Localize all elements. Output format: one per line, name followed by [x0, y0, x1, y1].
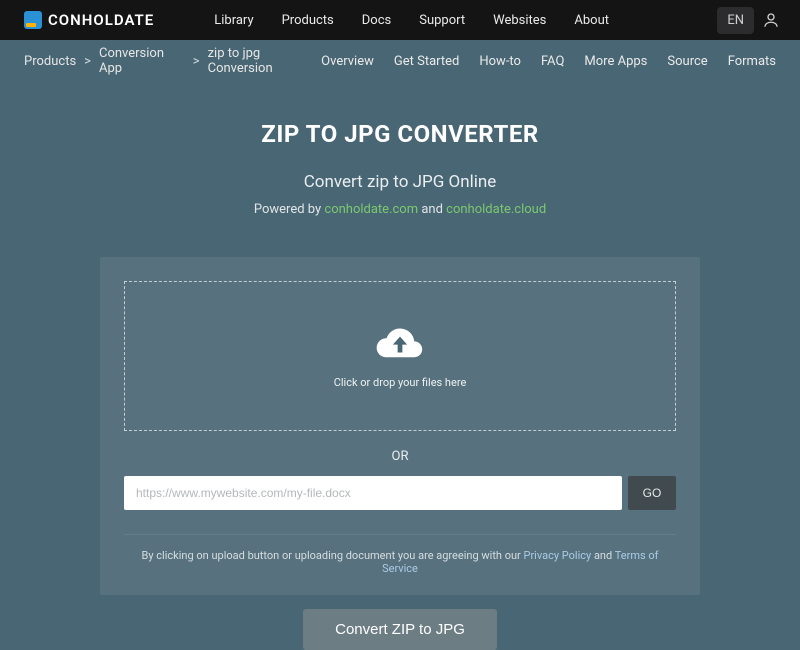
convert-button[interactable]: Convert ZIP to JPG	[303, 609, 497, 650]
logo-mark-icon	[24, 11, 42, 29]
brand-name: CONHOLDATE	[48, 11, 154, 29]
nav-websites[interactable]: Websites	[493, 13, 546, 28]
nav-docs[interactable]: Docs	[362, 13, 391, 28]
powered-and: and	[418, 202, 446, 217]
powered-link-com[interactable]: conholdate.com	[324, 202, 418, 217]
breadcrumb-current: zip to jpg Conversion	[208, 46, 322, 76]
nav-library[interactable]: Library	[214, 13, 253, 28]
upload-card: Click or drop your files here OR GO By c…	[100, 257, 700, 595]
subnav-source[interactable]: Source	[667, 54, 707, 69]
page-subtitle: Convert zip to JPG Online	[0, 172, 800, 192]
url-input[interactable]	[124, 476, 622, 510]
nav-about[interactable]: About	[574, 13, 609, 28]
chevron-right-icon: >	[84, 54, 91, 69]
subnav-howto[interactable]: How-to	[479, 54, 521, 69]
language-button[interactable]: EN	[717, 7, 754, 34]
subnav-formats[interactable]: Formats	[728, 54, 776, 69]
go-button[interactable]: GO	[628, 476, 676, 510]
page-nav: Overview Get Started How-to FAQ More App…	[321, 54, 776, 69]
subheader: Products > Conversion App > zip to jpg C…	[0, 40, 800, 82]
breadcrumb: Products > Conversion App > zip to jpg C…	[24, 46, 321, 76]
subnav-faq[interactable]: FAQ	[541, 54, 564, 69]
breadcrumb-app[interactable]: Conversion App	[99, 46, 185, 76]
page-title: ZIP TO JPG CONVERTER	[0, 120, 800, 148]
subnav-get-started[interactable]: Get Started	[394, 54, 459, 69]
main-nav: Library Products Docs Support Websites A…	[214, 13, 717, 28]
privacy-policy-link[interactable]: Privacy Policy	[524, 549, 592, 562]
dropzone-text: Click or drop your files here	[334, 376, 467, 389]
powered-link-cloud[interactable]: conholdate.cloud	[446, 202, 546, 217]
url-row: GO	[124, 476, 676, 510]
chevron-right-icon: >	[193, 54, 200, 69]
cloud-upload-icon	[374, 324, 426, 362]
hero-section: ZIP TO JPG CONVERTER Convert zip to JPG …	[0, 82, 800, 237]
subnav-overview[interactable]: Overview	[321, 54, 374, 69]
agree-prefix: By clicking on upload button or uploadin…	[142, 549, 524, 562]
powered-by-line: Powered by conholdate.com and conholdate…	[0, 202, 800, 217]
nav-products[interactable]: Products	[282, 13, 334, 28]
agree-and: and	[591, 549, 615, 562]
agreement-text: By clicking on upload button or uploadin…	[124, 534, 676, 575]
top-header: CONHOLDATE Library Products Docs Support…	[0, 0, 800, 40]
or-divider: OR	[124, 431, 676, 476]
brand-logo[interactable]: CONHOLDATE	[24, 11, 154, 29]
file-dropzone[interactable]: Click or drop your files here	[124, 281, 676, 431]
breadcrumb-products[interactable]: Products	[24, 54, 76, 69]
subnav-more-apps[interactable]: More Apps	[584, 54, 647, 69]
powered-prefix: Powered by	[254, 202, 325, 217]
user-icon[interactable]	[762, 11, 780, 29]
nav-support[interactable]: Support	[419, 13, 465, 28]
